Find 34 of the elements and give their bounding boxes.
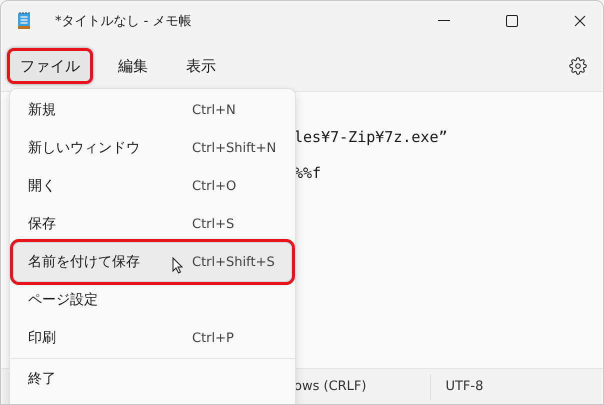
shortcut-label: Ctrl+P	[192, 330, 234, 346]
menu-tab[interactable]: 編集	[105, 48, 161, 84]
menu-item[interactable]: 名前を付けて保存 Ctrl+Shift+S	[14, 243, 291, 281]
shortcut-label: Ctrl+O	[192, 178, 236, 194]
encoding-label: UTF-8	[445, 379, 484, 394]
menu-item[interactable]: 開く Ctrl+O	[14, 167, 291, 205]
minimize-icon	[438, 20, 450, 22]
shortcut-label: Ctrl+N	[192, 102, 236, 118]
menu-tab[interactable]: ファイル	[7, 48, 93, 84]
maximize-icon	[506, 15, 518, 27]
menu-item[interactable]: 新しいウィンドウ Ctrl+Shift+N	[14, 129, 291, 167]
editor-text-line: les¥7-Zip¥7z.exe”	[294, 128, 448, 146]
mouse-pointer-icon	[172, 257, 183, 274]
menu-item[interactable]: 印刷 Ctrl+P	[14, 319, 291, 357]
notepad-icon	[17, 11, 31, 31]
shortcut-label: Ctrl+Shift+S	[192, 254, 275, 270]
menu-item[interactable]: 新規 Ctrl+N	[14, 91, 291, 129]
menu-tab[interactable]: 表示	[173, 48, 229, 84]
menu-item[interactable]: 終了	[14, 360, 291, 398]
menu-item[interactable]: ページ設定	[14, 281, 291, 319]
shortcut-label: Ctrl+Shift+N	[192, 140, 276, 156]
menu-item[interactable]: 保存 Ctrl+S	[14, 205, 291, 243]
window-title: *タイトルなし - メモ帳	[55, 13, 192, 30]
menu-item-label: ページ設定	[28, 291, 98, 309]
shortcut-label: Ctrl+S	[192, 216, 234, 232]
menu-item-label: 名前を付けて保存	[28, 253, 140, 271]
menu-item-label: 新規	[28, 101, 56, 119]
menu-item-label: 新しいウィンドウ	[28, 139, 140, 157]
menu-item-label: 開く	[28, 177, 56, 195]
menu-item-label: 保存	[28, 215, 56, 233]
menu-item-label: 終了	[28, 370, 56, 388]
settings-icon[interactable]	[569, 57, 587, 75]
menu-item-label: 印刷	[28, 329, 56, 347]
close-icon	[574, 15, 586, 27]
